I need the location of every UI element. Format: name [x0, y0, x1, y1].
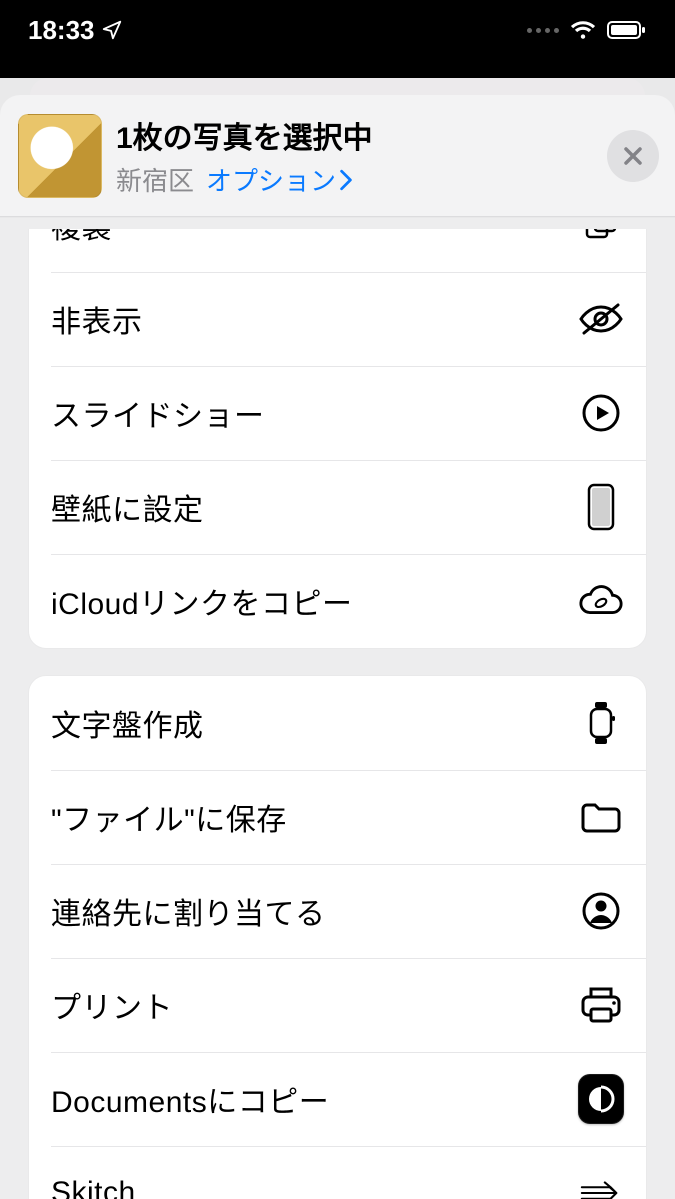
- actions-group-1: 複製 非表示 スライドショー: [28, 229, 647, 649]
- action-print[interactable]: プリント: [29, 958, 646, 1052]
- action-label: スライドショー: [51, 391, 265, 435]
- action-skitch[interactable]: Skitch: [29, 1146, 646, 1199]
- action-label: Documentsにコピー: [51, 1077, 329, 1121]
- action-set-wallpaper[interactable]: 壁紙に設定: [29, 460, 646, 554]
- documents-app-icon: [578, 1076, 624, 1122]
- action-hide[interactable]: 非表示: [29, 272, 646, 366]
- close-button[interactable]: [607, 130, 659, 182]
- action-label: プリント: [51, 983, 173, 1027]
- eye-slash-icon: [578, 296, 624, 342]
- action-label: "ファイル"に保存: [51, 795, 287, 839]
- options-label: オプション: [206, 161, 336, 198]
- action-save-to-files[interactable]: "ファイル"に保存: [29, 770, 646, 864]
- options-button[interactable]: オプション: [206, 161, 354, 198]
- battery-icon: [607, 20, 647, 40]
- actions-group-2: 文字盤作成 "ファイル"に保存 連絡先に割り当てる: [28, 675, 647, 1199]
- action-label: 壁紙に設定: [51, 485, 204, 529]
- action-label: 連絡先に割り当てる: [51, 889, 326, 933]
- play-circle-icon: [578, 390, 624, 436]
- action-slideshow[interactable]: スライドショー: [29, 366, 646, 460]
- action-label: 文字盤作成: [51, 701, 204, 745]
- action-label: Skitch: [51, 1176, 136, 1199]
- iphone-icon: [578, 484, 624, 530]
- share-sheet-header: 1枚の写真を選択中 新宿区 オプション: [0, 95, 675, 217]
- cloud-link-icon: [578, 578, 624, 624]
- action-label: 非表示: [51, 297, 143, 341]
- share-sheet: 1枚の写真を選択中 新宿区 オプション 複製: [0, 95, 675, 1199]
- action-label: 複製: [51, 229, 112, 247]
- duplicate-icon: [578, 229, 624, 248]
- cellular-unavailable-icon: [527, 28, 559, 33]
- printer-icon: [578, 982, 624, 1028]
- sheet-title: 1枚の写真を選択中: [116, 113, 607, 157]
- photo-location: 新宿区: [116, 161, 194, 198]
- apple-watch-icon: [578, 700, 624, 746]
- person-circle-icon: [578, 888, 624, 934]
- action-copy-to-documents[interactable]: Documentsにコピー: [29, 1052, 646, 1146]
- action-create-watchface[interactable]: 文字盤作成: [29, 676, 646, 770]
- action-copy-icloud-link[interactable]: iCloudリンクをコピー: [29, 554, 646, 648]
- folder-icon: [578, 794, 624, 840]
- photo-thumbnail: [18, 114, 102, 198]
- action-label: iCloudリンクをコピー: [51, 579, 353, 623]
- action-assign-to-contact[interactable]: 連絡先に割り当てる: [29, 864, 646, 958]
- wifi-icon: [569, 19, 597, 41]
- location-services-icon: [101, 19, 123, 41]
- actions-scroll-area[interactable]: 複製 非表示 スライドショー: [0, 229, 675, 1199]
- skitch-arrow-icon: [578, 1170, 624, 1199]
- status-time: 18:33: [28, 15, 95, 46]
- action-duplicate[interactable]: 複製: [29, 229, 646, 272]
- status-bar: 18:33: [0, 0, 675, 60]
